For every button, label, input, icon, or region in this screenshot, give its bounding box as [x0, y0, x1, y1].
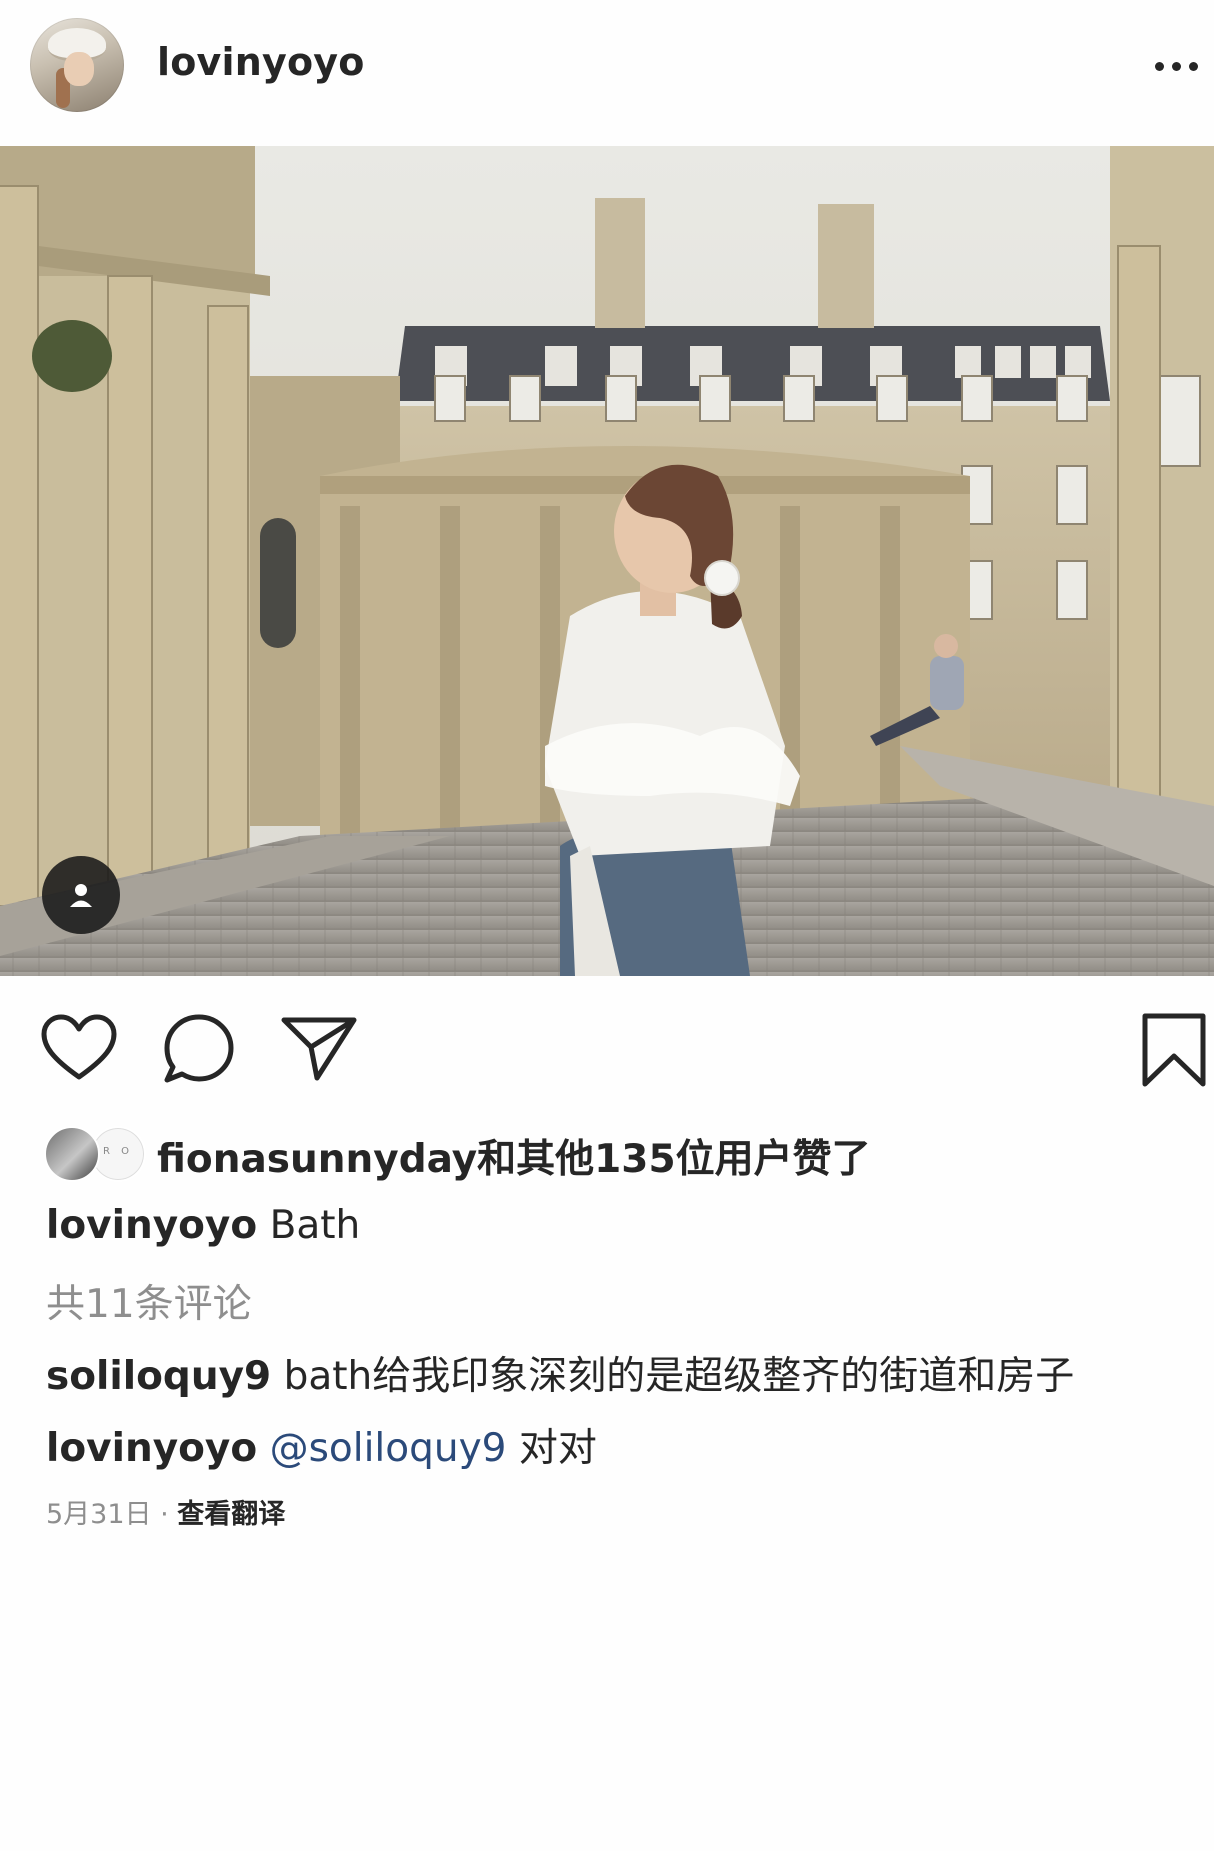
post-caption: lovinyoyo Bath [46, 1203, 360, 1248]
post-photo[interactable] [0, 146, 1214, 976]
comment-mention[interactable]: @soliloquy9 [270, 1426, 507, 1471]
user-tag-icon [70, 884, 92, 907]
comment-icon[interactable] [162, 1012, 236, 1086]
action-bar [0, 1000, 1214, 1100]
comment-text: bath给我印象深刻的是超级整齐的街道和房子 [283, 1354, 1075, 1399]
post-meta: 5月31日 · 查看翻译 [46, 1492, 285, 1531]
author-username[interactable]: lovinyoyo [157, 40, 365, 84]
bookmark-icon[interactable] [1140, 1012, 1208, 1088]
post-header: lovinyoyo [0, 0, 1214, 146]
comment-text: 对对 [518, 1426, 597, 1471]
caption-text: Bath [269, 1203, 361, 1248]
comment-username[interactable]: soliloquy9 [46, 1354, 271, 1399]
likes-count-text: 和其他135位用户赞了 [477, 1137, 871, 1182]
view-all-comments-link[interactable]: 共11条评论 [46, 1273, 252, 1329]
meta-separator: · [151, 1499, 178, 1530]
post-date: 5月31日 [46, 1499, 152, 1530]
author-avatar[interactable] [30, 18, 124, 112]
comment: soliloquy9 bath给我印象深刻的是超级整齐的街道和房子 [46, 1345, 1074, 1401]
liker-username[interactable]: fionasunnyday [157, 1137, 477, 1182]
likes-summary[interactable]: R O fionasunnyday和其他135位用户赞了 [44, 1122, 1194, 1182]
photo-illustration [0, 146, 1214, 976]
comment: lovinyoyo @soliloquy9 对对 [46, 1417, 597, 1473]
comment-username[interactable]: lovinyoyo [46, 1426, 257, 1471]
send-icon[interactable] [280, 1014, 358, 1082]
user-tag-button[interactable] [42, 856, 120, 934]
liker-avatar [44, 1126, 100, 1182]
heart-icon[interactable] [40, 1014, 118, 1082]
see-translation-link[interactable]: 查看翻译 [177, 1499, 285, 1530]
caption-username[interactable]: lovinyoyo [46, 1203, 257, 1248]
more-options-icon[interactable] [1150, 54, 1202, 78]
likes-text: fionasunnyday和其他135位用户赞了 [157, 1128, 871, 1184]
